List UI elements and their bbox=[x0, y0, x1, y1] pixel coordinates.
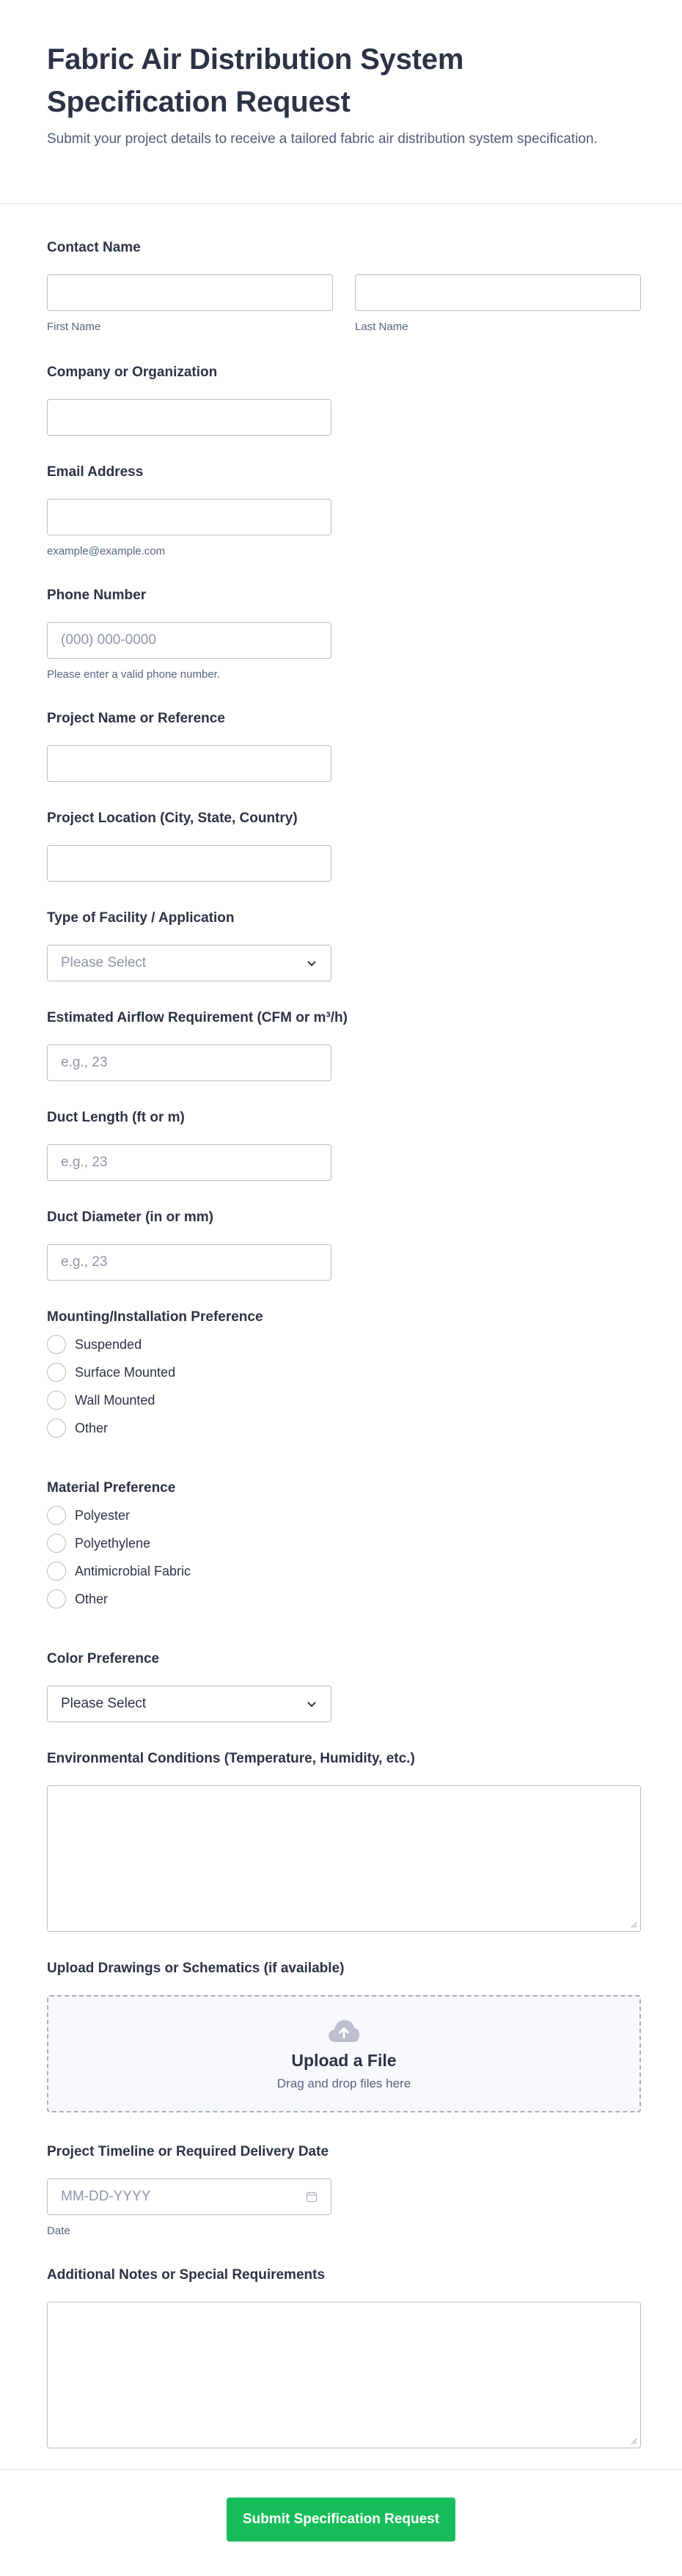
radio-circle-icon[interactable] bbox=[47, 1589, 66, 1609]
environment-field: Environmental Conditions (Temperature, H… bbox=[47, 1750, 641, 1932]
radio-circle-icon[interactable] bbox=[47, 1562, 66, 1581]
date-input[interactable]: MM-DD-YYYY bbox=[47, 2178, 331, 2215]
phone-field: Phone Number (000) 000-0000 Please enter… bbox=[47, 587, 641, 681]
contact-name-label: Contact Name bbox=[47, 240, 141, 255]
phone-input[interactable]: (000) 000-0000 bbox=[47, 622, 331, 659]
material-option-polyethylene[interactable]: Polyethylene bbox=[47, 1529, 641, 1557]
airflow-label: Estimated Airflow Requirement (CFM or m³… bbox=[47, 1010, 348, 1025]
form-header: Fabric Air Distribution System Specifica… bbox=[0, 0, 682, 204]
material-label: Material Preference bbox=[47, 1480, 176, 1496]
contact-name-field: Contact Name First Name Last Name bbox=[47, 239, 641, 334]
material-options: Polyester Polyethylene Antimicrobial Fab… bbox=[47, 1501, 641, 1613]
material-field: Material Preference Polyester Polyethyle… bbox=[47, 1479, 641, 1613]
form-page: Fabric Air Distribution System Specifica… bbox=[0, 0, 682, 2576]
project-name-field: Project Name or Reference bbox=[47, 710, 641, 782]
submit-button[interactable]: Submit Specification Request bbox=[227, 2498, 455, 2542]
notes-textarea[interactable] bbox=[47, 2302, 641, 2448]
cloud-upload-icon bbox=[329, 2019, 359, 2042]
mounting-option-label: Suspended bbox=[75, 1336, 142, 1352]
timeline-field: Project Timeline or Required Delivery Da… bbox=[47, 2143, 641, 2238]
duct-diameter-field: Duct Diameter (in or mm) e.g., 23 bbox=[47, 1209, 641, 1281]
upload-label: Upload Drawings or Schematics (if availa… bbox=[47, 1961, 345, 1976]
last-name-sublabel: Last Name bbox=[355, 321, 408, 333]
upload-field: Upload Drawings or Schematics (if availa… bbox=[47, 1960, 641, 2112]
form-subtitle: Submit your project details to receive a… bbox=[47, 131, 598, 147]
chevron-down-icon bbox=[307, 1702, 316, 1708]
duct-length-input[interactable]: e.g., 23 bbox=[47, 1144, 331, 1181]
material-option-antimicrobial[interactable]: Antimicrobial Fabric bbox=[47, 1557, 641, 1585]
resize-grip-icon[interactable] bbox=[631, 1922, 637, 1928]
radio-circle-icon[interactable] bbox=[47, 1506, 66, 1525]
mounting-option-label: Wall Mounted bbox=[75, 1392, 155, 1408]
facility-type-placeholder: Please Select bbox=[61, 955, 147, 970]
environment-label: Environmental Conditions (Temperature, H… bbox=[47, 1751, 415, 1766]
date-sublabel: Date bbox=[47, 2225, 70, 2237]
radio-circle-icon[interactable] bbox=[47, 1363, 66, 1382]
notes-field: Additional Notes or Special Requirements bbox=[47, 2266, 641, 2448]
email-sublabel: example@example.com bbox=[47, 545, 166, 557]
color-select[interactable]: Please Select bbox=[47, 1686, 331, 1722]
airflow-field: Estimated Airflow Requirement (CFM or m³… bbox=[47, 1009, 641, 1081]
email-field: Email Address example@example.com bbox=[47, 464, 641, 558]
last-name-input[interactable] bbox=[355, 274, 641, 311]
date-placeholder: MM-DD-YYYY bbox=[61, 2189, 151, 2204]
mounting-options: Suspended Surface Mounted Wall Mounted O… bbox=[47, 1331, 641, 1442]
mounting-option-other[interactable]: Other bbox=[47, 1414, 641, 1442]
facility-type-field: Type of Facility / Application Please Se… bbox=[47, 910, 641, 981]
email-input[interactable] bbox=[47, 499, 331, 535]
material-option-label: Polyethylene bbox=[75, 1535, 151, 1551]
mounting-option-suspended[interactable]: Suspended bbox=[47, 1331, 641, 1358]
phone-sublabel: Please enter a valid phone number. bbox=[47, 668, 220, 681]
upload-hint: Drag and drop files here bbox=[276, 2076, 411, 2090]
duct-length-label: Duct Length (ft or m) bbox=[47, 1110, 185, 1125]
file-dropzone[interactable]: Upload a File Drag and drop files here bbox=[47, 1995, 641, 2112]
mounting-option-label: Surface Mounted bbox=[75, 1364, 176, 1380]
project-name-input[interactable] bbox=[47, 745, 331, 782]
duct-diameter-label: Duct Diameter (in or mm) bbox=[47, 1210, 213, 1225]
timeline-label: Project Timeline or Required Delivery Da… bbox=[47, 2144, 329, 2159]
radio-circle-icon[interactable] bbox=[47, 1534, 66, 1553]
calendar-icon[interactable] bbox=[306, 2191, 318, 2203]
project-location-field: Project Location (City, State, Country) bbox=[47, 810, 641, 882]
company-label: Company or Organization bbox=[47, 365, 218, 380]
duct-length-field: Duct Length (ft or m) e.g., 23 bbox=[47, 1109, 641, 1181]
radio-circle-icon[interactable] bbox=[47, 1335, 66, 1354]
color-selected-value: Please Select bbox=[61, 1696, 147, 1711]
material-option-label: Polyester bbox=[75, 1507, 131, 1523]
notes-label: Additional Notes or Special Requirements bbox=[47, 2267, 326, 2283]
mounting-option-label: Other bbox=[75, 1420, 109, 1435]
radio-circle-icon[interactable] bbox=[47, 1391, 66, 1410]
email-label: Email Address bbox=[47, 464, 144, 480]
project-location-input[interactable] bbox=[47, 845, 331, 882]
resize-grip-icon[interactable] bbox=[631, 2438, 637, 2445]
mounting-field: Mounting/Installation Preference Suspend… bbox=[47, 1309, 641, 1442]
radio-circle-icon[interactable] bbox=[47, 1419, 66, 1438]
color-label: Color Preference bbox=[47, 1651, 160, 1666]
mounting-label: Mounting/Installation Preference bbox=[47, 1309, 263, 1325]
phone-label: Phone Number bbox=[47, 588, 147, 603]
upload-title: Upload a File bbox=[291, 2050, 397, 2070]
company-field: Company or Organization bbox=[47, 364, 641, 436]
material-option-polyester[interactable]: Polyester bbox=[47, 1501, 641, 1529]
form-title: Fabric Air Distribution System Specifica… bbox=[47, 43, 464, 118]
first-name-input[interactable] bbox=[47, 274, 333, 311]
duct-diameter-input[interactable]: e.g., 23 bbox=[47, 1244, 331, 1281]
form-footer: Submit Specification Request bbox=[0, 2469, 682, 2576]
environment-textarea[interactable] bbox=[47, 1785, 641, 1932]
facility-type-label: Type of Facility / Application bbox=[47, 910, 235, 926]
mounting-option-wall[interactable]: Wall Mounted bbox=[47, 1386, 641, 1414]
facility-type-select[interactable]: Please Select bbox=[47, 945, 331, 981]
color-field: Color Preference Please Select bbox=[47, 1650, 641, 1722]
project-location-label: Project Location (City, State, Country) bbox=[47, 811, 298, 826]
material-option-label: Other bbox=[75, 1591, 109, 1606]
chevron-down-icon bbox=[307, 961, 316, 967]
airflow-input[interactable]: e.g., 23 bbox=[47, 1044, 331, 1081]
first-name-sublabel: First Name bbox=[47, 321, 101, 333]
material-option-other[interactable]: Other bbox=[47, 1585, 641, 1613]
company-input[interactable] bbox=[47, 399, 331, 436]
project-name-label: Project Name or Reference bbox=[47, 711, 225, 726]
material-option-label: Antimicrobial Fabric bbox=[75, 1563, 191, 1578]
mounting-option-surface[interactable]: Surface Mounted bbox=[47, 1358, 641, 1386]
